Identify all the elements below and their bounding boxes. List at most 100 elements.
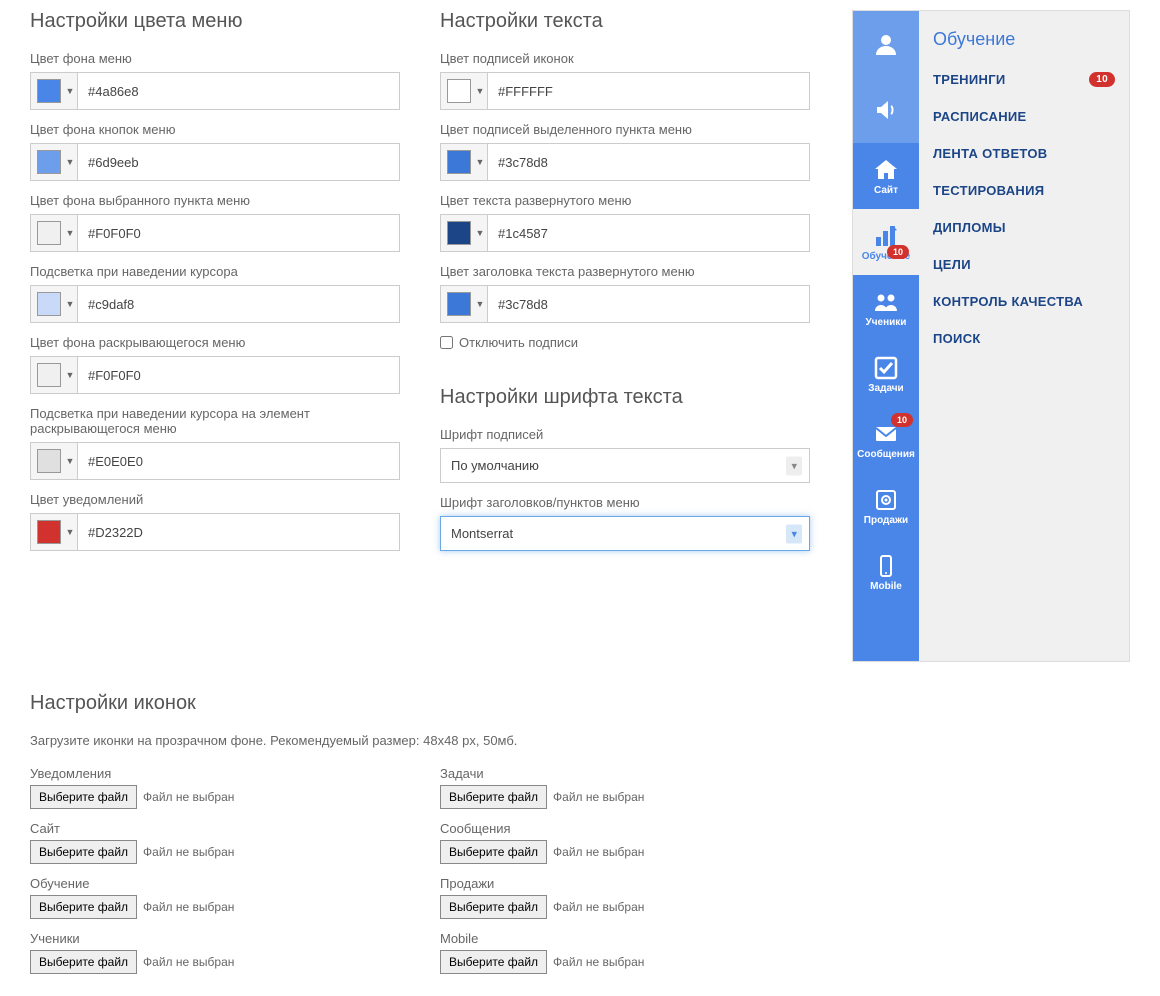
preview-menu-item[interactable]: РАСПИСАНИЕ xyxy=(933,109,1115,124)
chevron-down-icon: ▼ xyxy=(473,286,487,322)
color-label: Цвет фона раскрывающегося меню xyxy=(30,335,400,350)
preview-icon-mail[interactable]: Сообщения 10 xyxy=(853,407,919,473)
chevron-down-icon: ▼ xyxy=(63,215,77,251)
color-input[interactable] xyxy=(78,356,400,394)
font-select[interactable]: Montserrat xyxy=(440,516,810,551)
chevron-down-icon: ▼ xyxy=(63,73,77,109)
preview-icon-phone[interactable]: Mobile xyxy=(853,539,919,605)
preview-icon-label: Ученики xyxy=(866,317,907,328)
upload-label: Задачи xyxy=(440,766,810,781)
upload-label: Сайт xyxy=(30,821,400,836)
preview-icon-label: Mobile xyxy=(870,581,902,592)
file-status: Файл не выбран xyxy=(143,790,234,804)
chevron-down-icon: ▼ xyxy=(63,144,77,180)
color-label: Подсветка при наведении курсора xyxy=(30,264,400,279)
chevron-down-icon: ▼ xyxy=(473,144,487,180)
safe-icon xyxy=(873,487,899,513)
section-menu-color: Настройки цвета меню xyxy=(30,10,400,33)
upload-label: Уведомления xyxy=(30,766,400,781)
choose-file-button[interactable]: Выберите файл xyxy=(30,840,137,864)
preview-menu-item[interactable]: ТЕСТИРОВАНИЯ xyxy=(933,183,1115,198)
color-swatch xyxy=(447,292,471,316)
file-status: Файл не выбран xyxy=(553,955,644,969)
preview-icon-check[interactable]: Задачи xyxy=(853,341,919,407)
user-icon xyxy=(873,31,899,57)
preview-icon-user[interactable] xyxy=(853,11,919,77)
color-swatch-picker[interactable]: ▼ xyxy=(440,72,488,110)
choose-file-button[interactable]: Выберите файл xyxy=(30,785,137,809)
preview-menu-item[interactable]: ТРЕНИНГИ10 xyxy=(933,72,1115,87)
preview-menu-item[interactable]: ЦЕЛИ xyxy=(933,257,1115,272)
menu-preview: СайтОбучение10УченикиЗадачиСообщения10Пр… xyxy=(852,10,1130,662)
preview-menu-item[interactable]: ПОИСК xyxy=(933,331,1115,346)
preview-icon-chart[interactable]: Обучение10 xyxy=(853,209,919,275)
file-status: Файл не выбран xyxy=(143,955,234,969)
section-text: Настройки текста xyxy=(440,10,810,33)
color-input[interactable] xyxy=(78,285,400,323)
color-input[interactable] xyxy=(78,72,400,110)
color-input[interactable] xyxy=(78,513,400,551)
font-select[interactable]: По умолчанию xyxy=(440,448,810,483)
color-input[interactable] xyxy=(488,143,810,181)
menu-badge: 10 xyxy=(1089,72,1115,87)
color-input[interactable] xyxy=(488,214,810,252)
choose-file-button[interactable]: Выберите файл xyxy=(440,785,547,809)
color-label: Цвет подписей выделенного пункта меню xyxy=(440,122,810,137)
people-icon xyxy=(873,289,899,315)
color-swatch xyxy=(447,150,471,174)
choose-file-button[interactable]: Выберите файл xyxy=(440,950,547,974)
preview-icon-safe[interactable]: Продажи xyxy=(853,473,919,539)
file-status: Файл не выбран xyxy=(553,900,644,914)
chevron-down-icon: ▼ xyxy=(63,443,77,479)
chevron-down-icon: ▼ xyxy=(473,73,487,109)
color-label: Цвет подписей иконок xyxy=(440,51,810,66)
color-swatch-picker[interactable]: ▼ xyxy=(30,285,78,323)
color-swatch-picker[interactable]: ▼ xyxy=(30,214,78,252)
badge: 10 xyxy=(891,413,913,427)
preview-menu-item[interactable]: ДИПЛОМЫ xyxy=(933,220,1115,235)
choose-file-button[interactable]: Выберите файл xyxy=(30,895,137,919)
preview-icon-home[interactable]: Сайт xyxy=(853,143,919,209)
choose-file-button[interactable]: Выберите файл xyxy=(440,840,547,864)
upload-label: Продажи xyxy=(440,876,810,891)
color-swatch-picker[interactable]: ▼ xyxy=(440,214,488,252)
color-label: Цвет заголовка текста развернутого меню xyxy=(440,264,810,279)
color-swatch xyxy=(37,150,61,174)
color-swatch-picker[interactable]: ▼ xyxy=(30,143,78,181)
choose-file-button[interactable]: Выберите файл xyxy=(30,950,137,974)
preview-title: Обучение xyxy=(933,29,1115,50)
preview-icon-label: Сообщения xyxy=(857,449,915,460)
icons-description: Загрузите иконки на прозрачном фоне. Рек… xyxy=(30,733,1130,748)
color-label: Цвет уведомлений xyxy=(30,492,400,507)
color-input[interactable] xyxy=(78,143,400,181)
color-swatch-picker[interactable]: ▼ xyxy=(30,442,78,480)
upload-label: Обучение xyxy=(30,876,400,891)
color-input[interactable] xyxy=(78,442,400,480)
chevron-down-icon: ▼ xyxy=(63,286,77,322)
color-swatch-picker[interactable]: ▼ xyxy=(30,513,78,551)
file-status: Файл не выбран xyxy=(143,845,234,859)
preview-menu-item[interactable]: ЛЕНТА ОТВЕТОВ xyxy=(933,146,1115,161)
color-input[interactable] xyxy=(78,214,400,252)
preview-menu-item[interactable]: КОНТРОЛЬ КАЧЕСТВА xyxy=(933,294,1115,309)
color-swatch xyxy=(37,79,61,103)
preview-icon-people[interactable]: Ученики xyxy=(853,275,919,341)
color-label: Цвет фона кнопок меню xyxy=(30,122,400,137)
color-swatch-picker[interactable]: ▼ xyxy=(30,356,78,394)
upload-label: Ученики xyxy=(30,931,400,946)
preview-icon-spacer xyxy=(853,605,919,661)
disable-labels-checkbox[interactable] xyxy=(440,336,453,349)
preview-icon-speaker[interactable] xyxy=(853,77,919,143)
color-input[interactable] xyxy=(488,72,810,110)
color-swatch-picker[interactable]: ▼ xyxy=(440,285,488,323)
chevron-down-icon: ▼ xyxy=(473,215,487,251)
check-icon xyxy=(873,355,899,381)
disable-labels-label: Отключить подписи xyxy=(459,335,578,350)
section-icons: Настройки иконок xyxy=(30,692,1130,715)
color-swatch xyxy=(447,221,471,245)
file-status: Файл не выбран xyxy=(143,900,234,914)
color-swatch-picker[interactable]: ▼ xyxy=(440,143,488,181)
color-swatch-picker[interactable]: ▼ xyxy=(30,72,78,110)
choose-file-button[interactable]: Выберите файл xyxy=(440,895,547,919)
color-input[interactable] xyxy=(488,285,810,323)
